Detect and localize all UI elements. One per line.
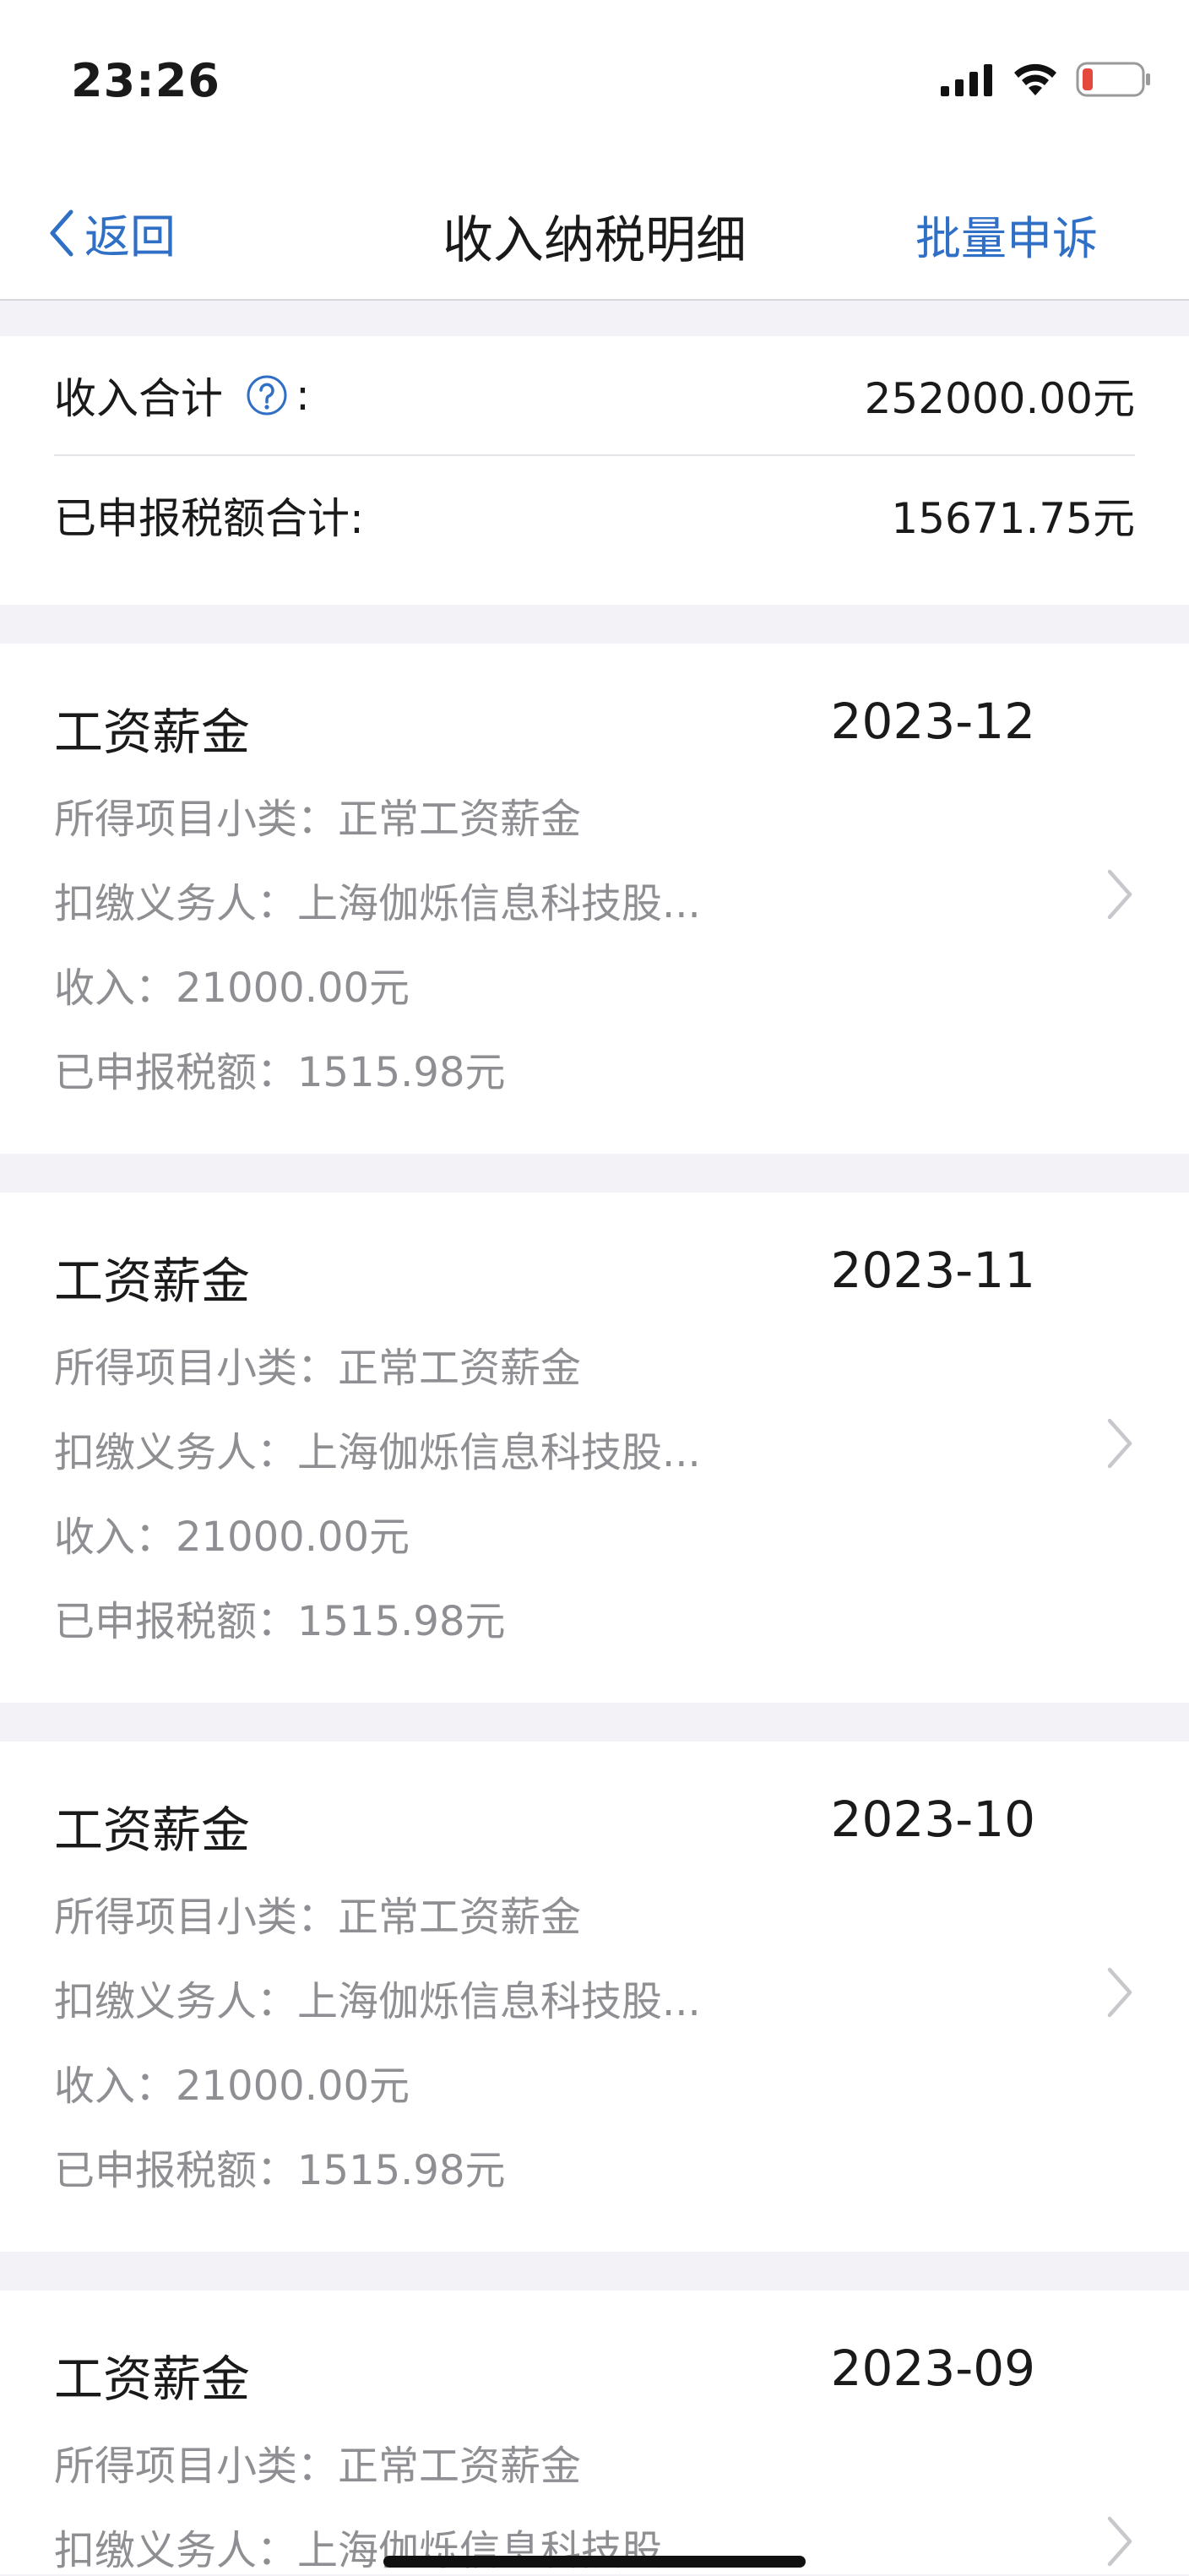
record-income: 收入：21000.00元 — [54, 1514, 410, 1561]
record-subcategory: 所得项目小类：正常工资薪金 — [54, 2443, 582, 2490]
income-total-value: 252000.00元 — [864, 374, 1135, 423]
tax-total-value: 15671.75元 — [891, 494, 1135, 543]
income-total-label: 收入合计 — [54, 374, 223, 423]
record-income: 收入：21000.00元 — [54, 2062, 410, 2110]
status-icons — [941, 61, 1152, 98]
record-title: 工资薪金 — [54, 1253, 251, 1310]
chevron-right-icon — [1107, 2516, 1132, 2567]
chevron-right-icon — [1107, 869, 1132, 920]
chevron-right-icon — [1107, 1418, 1132, 1469]
record-tax: 已申报税额：1515.98元 — [54, 1598, 506, 1645]
summary-panel: 收入合计 : 252000.00元 已申报税额合计: 15671.75元 — [0, 336, 1189, 605]
chevron-right-icon — [1107, 1967, 1132, 2018]
income-total-colon: : — [296, 371, 310, 420]
tax-total-label: 已申报税额合计: — [54, 494, 364, 543]
cellular-signal-icon — [941, 64, 992, 96]
record-income: 收入：21000.00元 — [54, 965, 410, 1012]
record-subcategory: 所得项目小类：正常工资薪金 — [54, 1345, 582, 1392]
record-title: 工资薪金 — [54, 2350, 251, 2408]
record-header: 工资薪金 2023-10 — [54, 1791, 1035, 1861]
status-bar: 23:26 — [0, 0, 1189, 169]
tax-total-row: 已申报税额合计: 15671.75元 — [54, 454, 1135, 574]
battery-low-icon — [1076, 62, 1150, 97]
back-label: 返回 — [84, 210, 176, 264]
record-header: 工资薪金 2023-11 — [54, 1242, 1035, 1312]
income-record-card[interactable]: 工资薪金 2023-09 所得项目小类：正常工资薪金 扣缴义务人：上海伽烁信息科… — [0, 2291, 1189, 2574]
record-period: 2023-11 — [830, 1242, 1035, 1299]
record-title: 工资薪金 — [54, 1802, 251, 1859]
wifi-icon — [1014, 63, 1056, 95]
record-tax: 已申报税额：1515.98元 — [54, 1049, 506, 1096]
record-withholder: 扣缴义务人：上海伽烁信息科技股... — [54, 1978, 701, 2025]
help-icon[interactable] — [245, 373, 289, 417]
record-title: 工资薪金 — [54, 704, 251, 761]
record-withholder: 扣缴义务人：上海伽烁信息科技股... — [54, 880, 701, 927]
record-period: 2023-12 — [830, 693, 1035, 750]
income-total-row: 收入合计 : 252000.00元 — [54, 336, 1135, 454]
income-total-label-group: 收入合计 : — [54, 365, 310, 426]
income-record-card[interactable]: 工资薪金 2023-12 所得项目小类：正常工资薪金 扣缴义务人：上海伽烁信息科… — [0, 644, 1189, 1154]
record-subcategory: 所得项目小类：正常工资薪金 — [54, 796, 582, 843]
record-withholder: 扣缴义务人：上海伽烁信息科技股... — [54, 1429, 701, 1476]
record-tax: 已申报税额：1515.98元 — [54, 2147, 506, 2194]
back-button[interactable]: 返回 — [47, 199, 176, 266]
batch-appeal-button[interactable]: 批量申诉 — [915, 201, 1098, 268]
record-header: 工资薪金 2023-09 — [54, 2340, 1035, 2410]
income-record-card[interactable]: 工资薪金 2023-11 所得项目小类：正常工资薪金 扣缴义务人：上海伽烁信息科… — [0, 1193, 1189, 1703]
income-record-card[interactable]: 工资薪金 2023-10 所得项目小类：正常工资薪金 扣缴义务人：上海伽烁信息科… — [0, 1742, 1189, 2252]
record-period: 2023-10 — [830, 1791, 1035, 1848]
record-subcategory: 所得项目小类：正常工资薪金 — [54, 1894, 582, 1941]
record-period: 2023-09 — [830, 2340, 1035, 2397]
record-header: 工资薪金 2023-12 — [54, 693, 1035, 764]
home-indicator[interactable] — [383, 2556, 806, 2568]
navigation-bar: 返回 收入纳税明细 批量申诉 — [0, 169, 1189, 301]
status-time: 23:26 — [71, 54, 220, 107]
chevron-left-icon — [50, 209, 73, 256]
